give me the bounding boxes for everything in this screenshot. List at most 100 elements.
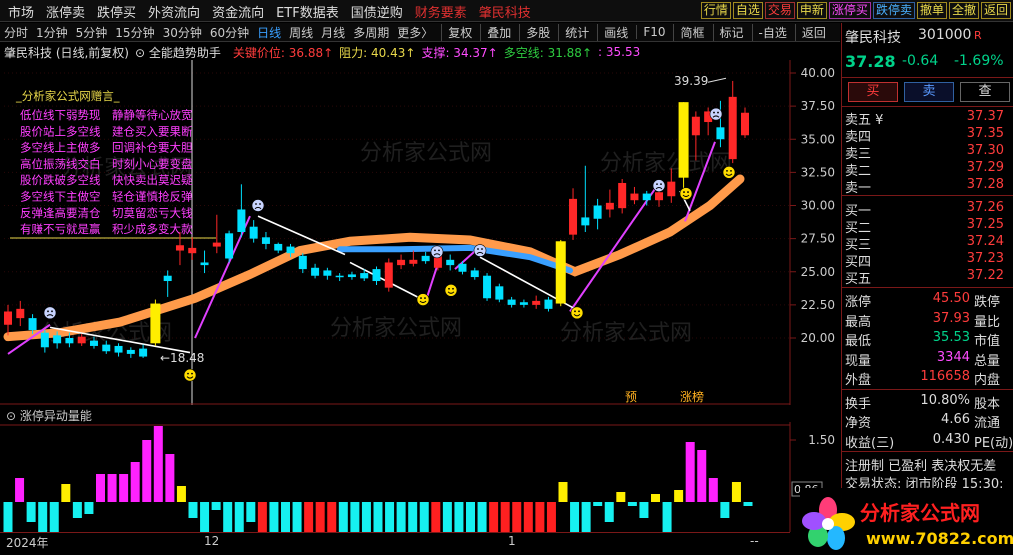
sell-signal-icon	[430, 245, 444, 259]
stat-row-extra: 市值	[974, 334, 1001, 349]
period-5m[interactable]: 5分钟	[76, 24, 108, 41]
period-60m[interactable]: 60分钟	[210, 24, 249, 41]
period-multi[interactable]: 多周期	[353, 24, 389, 41]
volume-bar	[246, 502, 256, 522]
period-timeshare[interactable]: 分时	[4, 24, 28, 41]
tool-adjust[interactable]: 复权	[441, 23, 472, 41]
volume-bar	[639, 502, 649, 518]
promo-line-right: 轻仓谨慎抢反弹	[112, 190, 193, 204]
menu-stock-name[interactable]: 肇民科技	[479, 2, 531, 21]
stat-row-extra: 总量	[974, 353, 1001, 369]
price-change: -0.64	[902, 53, 939, 69]
tool-mark[interactable]: 标记	[712, 23, 744, 41]
promo-line-left: 低位线下弱势现	[20, 108, 101, 122]
volume-bar	[408, 502, 418, 532]
ask-level-label: 卖一	[845, 181, 872, 196]
menu-bond-repo[interactable]: 国债逆购	[351, 2, 403, 21]
trade-button[interactable]: 交易	[764, 2, 795, 19]
volume-bar	[338, 502, 348, 532]
limit-up-buy-button[interactable]: 涨停买	[828, 2, 871, 19]
tool-f10[interactable]: F10	[636, 25, 665, 39]
candle-body	[678, 102, 689, 178]
volume-bar	[304, 502, 314, 532]
period-daily[interactable]: 日线	[257, 24, 281, 41]
stat-row: 收益(三) 0.430 PE(动)	[842, 432, 1013, 451]
candle-body	[77, 336, 86, 344]
menu-etf-table[interactable]: ETF数据表	[276, 2, 339, 21]
volume-bar	[419, 502, 429, 532]
date-label-year: 2024年	[6, 536, 49, 550]
quote-panel: 肇民科技 301000 R 37.28 -0.64 -1.69% 买 卖 查 卖…	[841, 23, 1013, 555]
volume-bar	[373, 502, 383, 532]
volume-bar	[315, 502, 325, 532]
candle-body	[618, 182, 627, 209]
promo-line-right: 积少成多变大款	[112, 222, 193, 236]
tool-simple[interactable]: 简框	[673, 23, 705, 41]
candle-body	[249, 226, 258, 239]
tool-overlay[interactable]: 叠加	[480, 23, 511, 41]
volume-bar	[96, 474, 105, 502]
key-price-value: 关键价位: 36.88↑	[232, 45, 334, 60]
tool-remove-watch[interactable]: -自选	[751, 23, 787, 41]
stat-row-label: 现量	[845, 353, 872, 369]
candle-body	[126, 349, 135, 354]
tool-back[interactable]: 返回	[794, 23, 826, 41]
volume-subchart[interactable]: 1.500.86	[0, 422, 841, 532]
bid-level: 买三 37.24	[842, 234, 1013, 253]
period-15m[interactable]: 15分钟	[115, 24, 154, 41]
volume-bar	[211, 502, 221, 510]
tool-stats[interactable]: 统计	[558, 23, 589, 41]
tool-multi-stock[interactable]: 多股	[519, 23, 550, 41]
menu-foreign-flow[interactable]: 外资流向	[148, 2, 200, 21]
candle-body	[569, 198, 578, 235]
menu-limit-up-sell[interactable]: 涨停卖	[46, 2, 85, 21]
volume-bar	[616, 492, 626, 502]
sell-signal-icon	[709, 107, 723, 121]
candle-body	[397, 259, 406, 266]
indicator-name[interactable]: ⊙ 全能趋势助手	[135, 44, 227, 61]
menu-limit-down-buy[interactable]: 跌停买	[97, 2, 136, 21]
back-button[interactable]: 返回	[980, 2, 1011, 19]
candle-body	[212, 242, 221, 247]
buy-button[interactable]: 买	[848, 82, 898, 102]
volume-bar	[743, 502, 753, 506]
tool-draw[interactable]: 画线	[597, 23, 628, 41]
period-more[interactable]: 更多〉	[397, 24, 433, 41]
quote-button[interactable]: 行情	[700, 2, 731, 19]
y-tick-label: 25.00	[801, 265, 835, 279]
subscribe-button[interactable]: 申新	[796, 2, 827, 19]
period-weekly[interactable]: 周线	[289, 24, 313, 41]
candle-body	[298, 255, 307, 270]
limit-down-sell-button[interactable]: 跌停卖	[872, 2, 915, 19]
ask-level: 卖四 37.35	[842, 126, 1013, 145]
stat-row-value: 3344	[936, 349, 970, 365]
bid-level: 买四 37.23	[842, 251, 1013, 270]
period-30m[interactable]: 30分钟	[163, 24, 202, 41]
volume-bar	[281, 502, 290, 532]
query-button[interactable]: 查	[960, 82, 1010, 102]
period-1m[interactable]: 1分钟	[36, 24, 68, 41]
sell-button[interactable]: 卖	[904, 82, 954, 102]
menu-market[interactable]: 市场	[8, 2, 34, 21]
y-tick-label: 37.50	[801, 99, 835, 113]
candle-body	[139, 348, 148, 357]
volume-bar	[327, 502, 337, 532]
sell-signal-icon	[652, 179, 666, 192]
menu-finance[interactable]: 财务要素	[415, 2, 467, 21]
cancel-all-button[interactable]: 全撤	[948, 2, 979, 19]
candle-body	[114, 345, 123, 353]
ask-level-value: 37.35	[966, 126, 1004, 141]
candle-body	[40, 332, 49, 348]
period-monthly[interactable]: 月线	[321, 24, 345, 41]
volume-bar	[570, 502, 580, 532]
support-value: 支撑: 34.37↑	[421, 45, 498, 60]
ask-level: 卖一 37.28	[842, 177, 1013, 196]
cancel-order-button[interactable]: 撤单	[916, 2, 947, 19]
candlestick-chart[interactable]: 分析家公式网 分析家公式网 分析家公式网 分析家公式网 分析家公式网 分析家公式…	[0, 60, 841, 405]
candle-body	[581, 217, 590, 226]
watchlist-button[interactable]: 自选	[732, 2, 763, 19]
menu-capital-flow[interactable]: 资金流向	[212, 2, 264, 21]
bid-level: 买一 37.26	[842, 200, 1013, 219]
candle-body	[53, 335, 62, 344]
volume-bar	[107, 474, 117, 502]
